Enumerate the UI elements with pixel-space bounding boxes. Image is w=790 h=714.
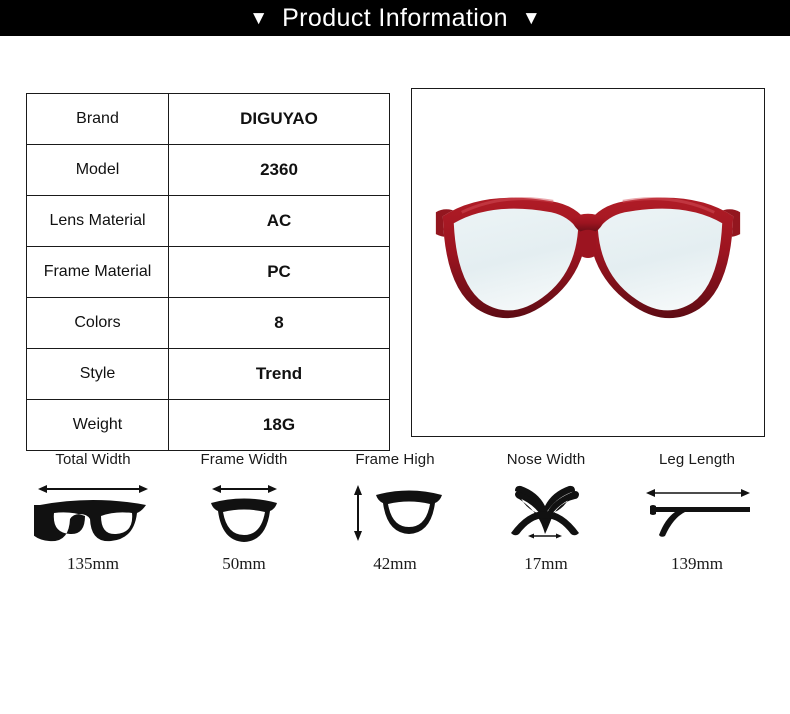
measurement-nose-width: Nose Width 17mm [475,451,617,574]
spec-value: 18G [168,399,390,451]
product-photo [411,88,765,437]
spec-value: AC [168,195,390,247]
spec-value: 2360 [168,144,390,196]
measurement-label: Frame High [355,451,435,468]
page-header: ▼ Product Information ▼ [0,0,790,36]
spec-value: Trend [168,348,390,400]
page-title: Product Information [282,3,508,32]
temple-arm-icon [637,476,757,548]
table-row: Style Trend [26,348,390,400]
measurement-leg-length: Leg Length 139mm [626,451,768,574]
measurement-value: 50mm [222,554,266,573]
eyeglasses-illustration [412,89,764,436]
measurement-frame-high: Frame High 42mm [324,451,466,574]
spec-key: Weight [26,399,169,451]
triangle-down-right-icon: ▼ [521,7,541,29]
triangle-down-left-icon: ▼ [249,7,269,29]
spec-key: Style [26,348,169,400]
spec-key: Model [26,144,169,196]
table-row: Weight 18G [26,399,390,451]
measurement-label: Total Width [55,451,131,468]
measurement-diagram-row: Total Width 135mm Frame Width 50mm Frame… [0,451,790,651]
measurement-value: 139mm [671,554,723,573]
specification-table: Brand DIGUYAO Model 2360 Lens Material A… [26,93,390,451]
spec-key: Brand [26,93,169,145]
table-row: Frame Material PC [26,246,390,298]
table-row: Colors 8 [26,297,390,349]
table-row: Lens Material AC [26,195,390,247]
table-row: Brand DIGUYAO [26,93,390,145]
spec-value: DIGUYAO [168,93,390,145]
measurement-label: Leg Length [658,451,736,468]
spec-key: Frame Material [26,246,169,298]
spec-value: PC [168,246,390,298]
spec-key: Lens Material [26,195,169,247]
glasses-full-width-icon [33,476,153,548]
nose-bridge-icon [486,476,606,548]
measurement-total-width: Total Width 135mm [22,451,164,574]
measurement-label: Frame Width [200,451,288,468]
spec-value: 8 [168,297,390,349]
measurement-value: 135mm [67,554,119,573]
spec-and-image-region: Brand DIGUYAO Model 2360 Lens Material A… [0,36,790,451]
lens-height-icon [335,476,455,548]
spec-key: Colors [26,297,169,349]
measurement-frame-width: Frame Width 50mm [173,451,315,574]
measurement-label: Nose Width [506,451,586,468]
measurement-value: 17mm [524,554,568,573]
measurement-value: 42mm [373,554,417,573]
lens-width-icon [184,476,304,548]
table-row: Model 2360 [26,144,390,196]
